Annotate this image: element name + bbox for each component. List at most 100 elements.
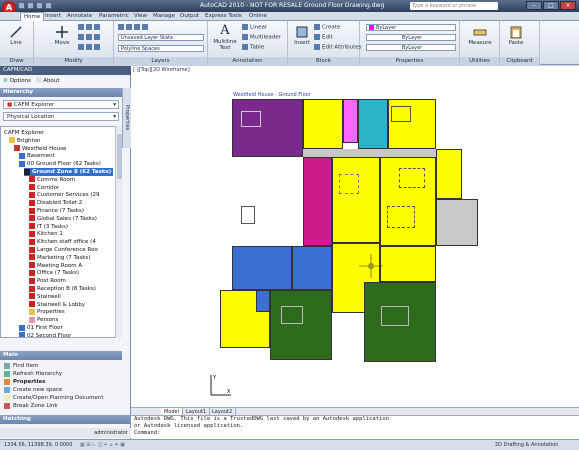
planning-document-task[interactable]: Create/Open Planning Document xyxy=(4,394,104,402)
tree-node[interactable]: Reception B (8 Tasks) xyxy=(29,285,96,293)
block-panel-label[interactable]: Block xyxy=(288,57,359,65)
tree-node[interactable]: Customer Services (29 xyxy=(29,191,100,199)
tree-node[interactable]: Kitchen 1 xyxy=(29,230,63,238)
tree-node[interactable]: Brighton xyxy=(9,137,41,145)
tree-node[interactable]: Global Sales (7 Tasks) xyxy=(29,215,97,223)
refresh-hierarchy-task[interactable]: Refresh Hierarchy xyxy=(4,370,62,378)
hierarchy-header[interactable]: Hierarchy xyxy=(0,88,122,97)
table-button[interactable]: Table xyxy=(242,44,264,51)
open-icon[interactable] xyxy=(27,2,34,9)
tree-node[interactable]: Comms Room xyxy=(29,176,75,184)
maximize-button[interactable]: □ xyxy=(543,1,559,10)
hatching-header[interactable]: Hatching xyxy=(0,415,131,424)
tree-node[interactable]: 01 First Floor xyxy=(19,324,63,332)
room-blue-w[interactable] xyxy=(232,246,292,290)
tab-manage[interactable]: Manage xyxy=(150,12,178,21)
tab-home[interactable]: Home xyxy=(20,12,45,21)
command-prompt[interactable]: Command: xyxy=(134,430,579,437)
room-yellow-far-e[interactable] xyxy=(436,149,462,199)
about-button[interactable]: ⓘ About xyxy=(36,76,60,86)
room-pink-n[interactable] xyxy=(343,99,358,143)
properties-side-tab[interactable]: Properties xyxy=(122,88,131,148)
viewport-controls[interactable]: [-][Top][2D Wireframe] xyxy=(133,67,190,73)
tree-node[interactable]: Disabled Toilet 2 xyxy=(29,199,82,207)
lineweight-dropdown[interactable]: ByLayer xyxy=(366,44,456,51)
tree-node[interactable]: Marketing (7 Tasks) xyxy=(29,254,90,262)
modify-tools-3[interactable] xyxy=(78,44,102,51)
close-button[interactable]: × xyxy=(560,1,576,10)
multiline-text-button[interactable]: A Multiline Text xyxy=(212,23,238,51)
modify-panel-label[interactable]: Modify xyxy=(34,57,113,65)
tree-node[interactable]: Persons xyxy=(29,316,58,324)
room-yellow-se[interactable] xyxy=(380,246,436,282)
tab-express-tools[interactable]: Express Tools xyxy=(202,12,245,21)
drawing-canvas[interactable]: [-][Top][2D Wireframe] Westfield House -… xyxy=(131,66,579,407)
linear-dimension-button[interactable]: Linear xyxy=(242,24,267,31)
layers-panel-label[interactable]: Layers xyxy=(114,57,207,65)
minimize-button[interactable]: – xyxy=(526,1,542,10)
tree-scrollbar[interactable] xyxy=(115,126,122,338)
color-dropdown[interactable]: ByLayer xyxy=(366,24,456,31)
new-icon[interactable] xyxy=(18,2,25,9)
tree-node[interactable]: Large Conference Roo xyxy=(29,246,98,254)
room-blue-c[interactable] xyxy=(292,246,332,290)
properties-panel-label[interactable]: Properties xyxy=(360,57,459,65)
room-blue-small[interactable] xyxy=(256,290,270,312)
create-block-button[interactable]: Create xyxy=(314,24,340,31)
tree-node[interactable]: Properties xyxy=(29,308,65,316)
break-zone-link-task[interactable]: Break Zone Link xyxy=(4,402,58,410)
workspace-switcher[interactable]: 2D Drafting & Annotation xyxy=(495,442,558,448)
edit-attributes-button[interactable]: Edit Attributes xyxy=(314,44,362,51)
clipboard-panel-label[interactable]: Clipboard xyxy=(500,57,539,65)
save-icon[interactable] xyxy=(36,2,43,9)
properties-task[interactable]: Properties xyxy=(4,378,45,386)
tree-node[interactable]: Corridor xyxy=(29,184,59,192)
utilities-panel-label[interactable]: Utilities xyxy=(460,57,499,65)
room-cyan-n[interactable] xyxy=(358,99,388,149)
search-input[interactable]: Type a keyword or phrase xyxy=(410,2,498,10)
corridor-north[interactable] xyxy=(303,149,436,157)
tab-insert[interactable]: Insert xyxy=(42,12,64,21)
tree-node[interactable]: Kitchen staff office (4 xyxy=(29,238,96,246)
current-layer-dropdown[interactable]: Polyline Spaces xyxy=(118,45,204,52)
tree-node[interactable]: Stairwell & Lobby xyxy=(29,301,85,309)
tree-node[interactable]: Ground Zone 8 (62 Tasks) xyxy=(24,168,114,176)
tab-view[interactable]: View xyxy=(131,12,150,21)
command-line[interactable]: Autodesk DWG. This file is a TrustedDWG … xyxy=(131,415,579,439)
tree-node[interactable]: Post Room xyxy=(29,277,66,285)
annotation-panel-label[interactable]: Annotation xyxy=(208,57,287,65)
tree-node[interactable]: Finance (7 Tasks) xyxy=(29,207,84,215)
tree-node[interactable]: CAFM Explorer xyxy=(4,129,44,137)
tab-parametric[interactable]: Parametric xyxy=(96,12,132,21)
main-header[interactable]: Main xyxy=(0,351,122,360)
explorer-select[interactable]: ■ CAFM Explorer ▾ xyxy=(3,100,119,109)
layer-state-dropdown[interactable]: Unsaved Layer State xyxy=(118,34,204,41)
room-magenta[interactable] xyxy=(303,157,332,246)
tree-node[interactable]: Stairwell xyxy=(29,293,61,301)
draw-panel-label[interactable]: Draw xyxy=(0,57,33,65)
tab-output[interactable]: Output xyxy=(177,12,202,21)
drafting-toggles[interactable]: ▦ ⊞ ∟ ◫ ⌖ ⊿ ✦ ▣ xyxy=(80,442,125,448)
tree-node[interactable]: Office (7 Tasks) xyxy=(29,269,79,277)
edit-block-button[interactable]: Edit xyxy=(314,34,333,41)
location-select[interactable]: Physical Location ▾ xyxy=(3,112,119,121)
tab-online[interactable]: Online xyxy=(246,12,270,21)
tree-node[interactable]: Meeting Room A xyxy=(29,262,82,270)
find-item-task[interactable]: Find Item xyxy=(4,362,39,370)
insert-button[interactable]: Insert xyxy=(291,25,313,46)
undo-icon[interactable] xyxy=(45,2,52,9)
room-green-sw[interactable] xyxy=(270,290,332,360)
tree-node[interactable]: 02 Second Floor xyxy=(19,332,71,337)
tree-node[interactable]: Basement xyxy=(19,152,55,160)
paste-button[interactable]: Paste xyxy=(504,25,528,46)
layer-tools[interactable] xyxy=(118,24,150,31)
multileader-button[interactable]: Multileader xyxy=(242,34,281,41)
room-gray-e[interactable] xyxy=(436,199,478,246)
tree-node[interactable]: Westfield House xyxy=(14,145,66,153)
scroll-thumb[interactable] xyxy=(117,134,122,179)
move-button[interactable]: Move xyxy=(50,25,74,46)
tab-annotate[interactable]: Annotate xyxy=(64,12,95,21)
tree-node[interactable]: 00 Ground Floor (62 Tasks) xyxy=(19,160,101,168)
modify-tools[interactable] xyxy=(78,24,102,31)
measure-button[interactable]: Measure xyxy=(464,25,496,46)
